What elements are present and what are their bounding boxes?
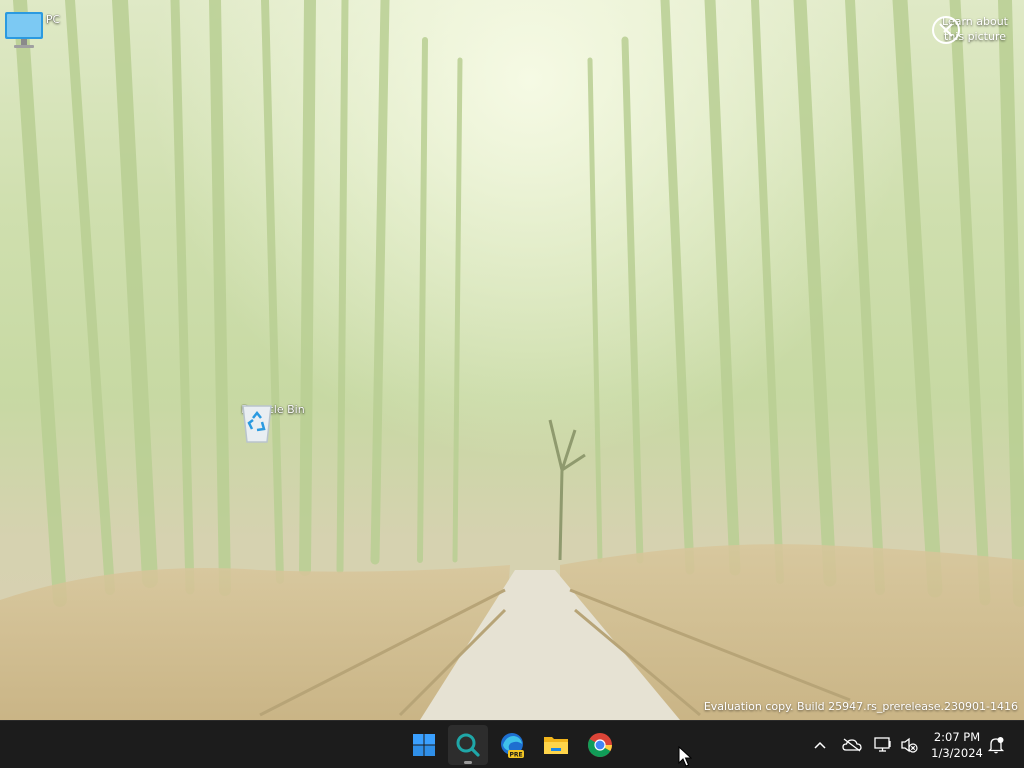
onedrive-button[interactable] <box>842 735 862 755</box>
wallpaper <box>0 0 1024 720</box>
edge-badge-text: PRE <box>509 752 522 759</box>
windows-logo-icon <box>413 734 435 756</box>
onedrive-icon <box>842 738 862 752</box>
volume-muted-icon <box>901 737 918 753</box>
search-button[interactable] <box>448 725 488 765</box>
mouse-cursor-icon <box>678 746 692 767</box>
show-hidden-icons-button[interactable] <box>810 735 830 755</box>
chevron-up-icon <box>814 741 826 749</box>
desktop-icon-this-pc[interactable]: This PC <box>2 10 78 48</box>
edge-preview-button[interactable]: PRE <box>492 725 532 765</box>
network-icon <box>874 737 891 752</box>
computer-icon <box>5 12 43 48</box>
learn-about-picture[interactable]: Learn about this picture <box>930 14 1020 44</box>
search-icon <box>456 733 480 757</box>
clock-time: 2:07 PM <box>933 730 981 744</box>
volume-button[interactable] <box>899 735 919 755</box>
chrome-button[interactable] <box>580 725 620 765</box>
folder-icon <box>544 737 568 754</box>
clock[interactable]: 2:07 PM 1/3/2024 <box>924 729 990 761</box>
chrome-icon <box>588 733 612 758</box>
network-button[interactable] <box>873 735 893 755</box>
desktop-icon-recycle-bin[interactable]: Recycle Bin <box>235 400 311 443</box>
start-button[interactable] <box>404 725 444 765</box>
clock-date: 1/3/2024 <box>931 746 983 760</box>
edge-icon: PRE <box>501 733 524 759</box>
desktop[interactable]: This PC Recycle Bin Learn about this pic… <box>0 0 1024 720</box>
taskbar: PRE 2:07 PM 1/3/2024 <box>0 720 1024 768</box>
evaluation-watermark: Evaluation copy. Build 25947.rs_prerelea… <box>703 700 1018 713</box>
notification-icon <box>987 737 1005 754</box>
camera-lens-icon <box>932 16 960 44</box>
file-explorer-button[interactable] <box>536 725 576 765</box>
notification-center-button[interactable] <box>986 735 1006 755</box>
recycle-bin-icon <box>242 405 272 443</box>
